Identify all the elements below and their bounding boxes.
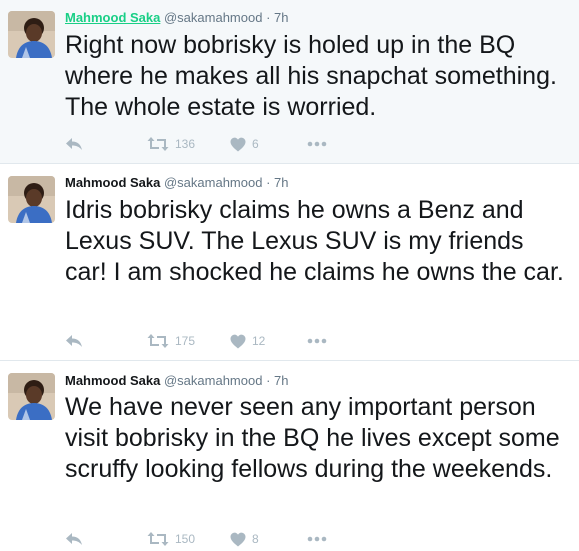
timestamp[interactable]: 7h [274, 373, 288, 388]
avatar-image [8, 176, 55, 223]
reply-button[interactable] [65, 331, 83, 351]
more-button[interactable] [307, 134, 327, 154]
like-button[interactable]: 12 [230, 331, 265, 351]
separator: · [266, 373, 271, 388]
display-name[interactable]: Mahmood Saka [65, 175, 160, 190]
tweet[interactable]: Mahmood Saka @sakamahmood · 7h We have n… [0, 361, 579, 551]
reply-icon [66, 335, 82, 347]
like-count: 6 [252, 137, 259, 151]
retweet-icon [147, 532, 169, 546]
display-name[interactable]: Mahmood Saka [65, 10, 160, 25]
tweet-actions: 150 8 [65, 529, 365, 549]
reply-icon [66, 533, 82, 545]
tweet-header: Mahmood Saka @sakamahmood · 7h [65, 373, 289, 388]
retweet-button[interactable]: 175 [147, 331, 195, 351]
like-button[interactable]: 6 [230, 134, 259, 154]
separator: · [266, 175, 271, 190]
heart-icon [230, 334, 246, 348]
retweet-count: 136 [175, 137, 196, 151]
retweet-count: 150 [175, 532, 196, 546]
username[interactable]: @sakamahmood [164, 175, 262, 190]
retweet-count: 175 [175, 334, 196, 348]
tweet-text: We have never seen any important person … [65, 393, 560, 483]
separator: · [266, 10, 271, 25]
reply-icon [66, 138, 82, 150]
more-icon [307, 338, 327, 344]
tweet-text: Idris bobrisky claims he owns a Benz and… [65, 196, 564, 286]
retweet-button[interactable]: 150 [147, 529, 195, 549]
avatar[interactable] [8, 11, 55, 58]
tweet-actions: 136 6 [65, 134, 365, 154]
tweet[interactable]: Mahmood Saka @sakamahmood · 7h Right now… [0, 0, 579, 164]
tweet-text: Right now bobrisky is holed up in the BQ… [65, 31, 557, 121]
tweet-actions: 175 12 [65, 331, 365, 351]
like-count: 8 [252, 532, 259, 546]
retweet-icon [147, 137, 169, 151]
username[interactable]: @sakamahmood [164, 373, 262, 388]
tweet[interactable]: Mahmood Saka @sakamahmood · 7h Idris bob… [0, 164, 579, 361]
reply-button[interactable] [65, 529, 83, 549]
timestamp[interactable]: 7h [274, 10, 288, 25]
avatar-image [8, 373, 55, 420]
like-button[interactable]: 8 [230, 529, 259, 549]
retweet-button[interactable]: 136 [147, 134, 195, 154]
timestamp[interactable]: 7h [274, 175, 288, 190]
more-icon [307, 141, 327, 147]
tweet-header: Mahmood Saka @sakamahmood · 7h [65, 175, 289, 190]
display-name[interactable]: Mahmood Saka [65, 373, 160, 388]
heart-icon [230, 532, 246, 546]
avatar-image [8, 11, 55, 58]
more-button[interactable] [307, 529, 327, 549]
more-button[interactable] [307, 331, 327, 351]
reply-button[interactable] [65, 134, 83, 154]
heart-icon [230, 137, 246, 151]
avatar[interactable] [8, 373, 55, 420]
more-icon [307, 536, 327, 542]
like-count: 12 [252, 334, 266, 348]
avatar[interactable] [8, 176, 55, 223]
tweet-header: Mahmood Saka @sakamahmood · 7h [65, 10, 289, 25]
username[interactable]: @sakamahmood [164, 10, 262, 25]
retweet-icon [147, 334, 169, 348]
